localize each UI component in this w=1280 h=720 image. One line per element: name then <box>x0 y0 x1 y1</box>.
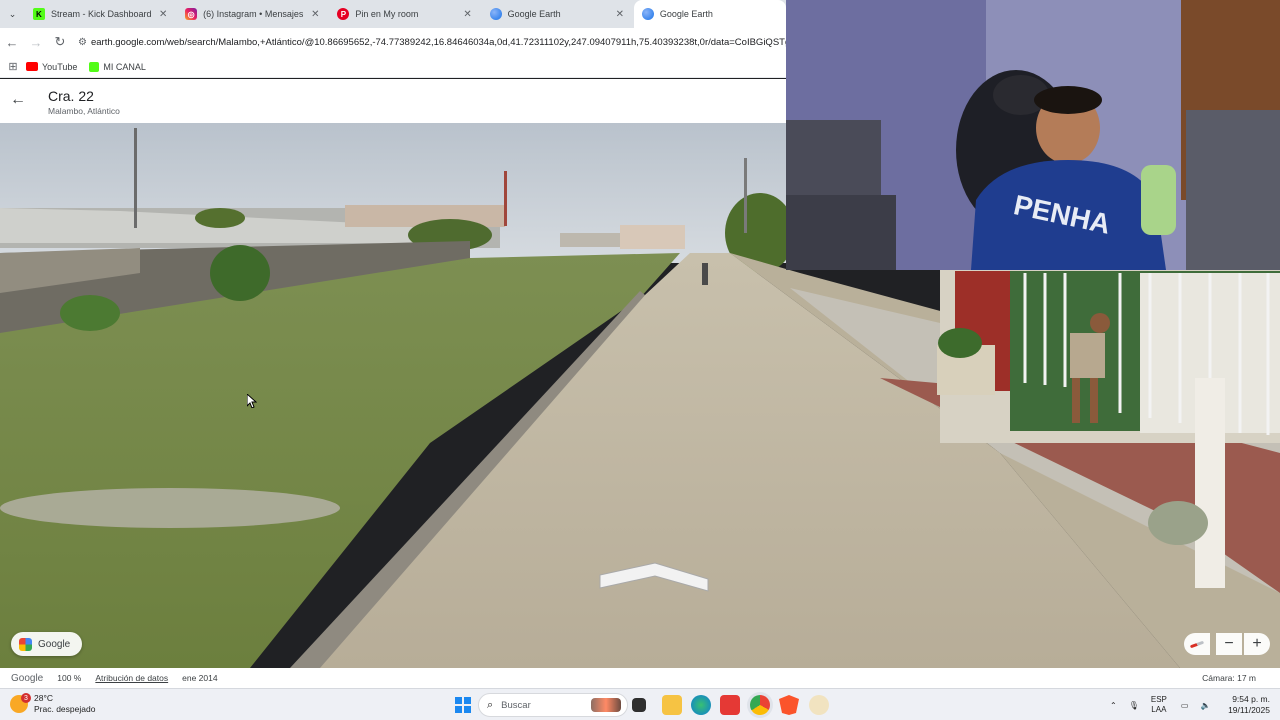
close-icon[interactable]: ✕ <box>614 9 626 20</box>
chrome-icon[interactable] <box>750 695 770 715</box>
webcam-feed: PENHA <box>786 0 1280 270</box>
tab-label: (6) Instagram • Mensajes <box>203 9 304 19</box>
google-pill-label: Google <box>38 638 71 650</box>
apps-grid-icon[interactable]: ⊞ <box>0 60 26 73</box>
volume-icon[interactable]: 🔈 <box>1200 701 1210 710</box>
keyboard-layout: LAA <box>1151 705 1167 714</box>
search-highlight-icon <box>591 698 621 712</box>
tab-label: Pin en My room <box>355 9 419 19</box>
google-earth-icon <box>489 8 502 20</box>
tab-google-earth-active[interactable]: Google Earth <box>633 0 787 28</box>
zoom-level: 100 % <box>57 673 82 683</box>
tab-google-earth[interactable]: Google Earth ✕ <box>482 0 634 28</box>
address-bar[interactable]: ⚙ earth.google.com/web/search/Malambo,+A… <box>78 30 786 54</box>
notification-badge: 3 <box>21 693 31 703</box>
app-red-icon[interactable] <box>720 695 740 715</box>
weather-sun-icon: 3 <box>10 693 31 713</box>
app-notification-icon[interactable] <box>809 695 829 715</box>
pinterest-icon: P <box>337 8 350 20</box>
bookmark-mi-canal[interactable]: MI CANAL <box>89 61 146 72</box>
tab-strip: ⌄ K Stream - Kick Dashboard ✕ ◎ (6) Inst… <box>0 0 787 28</box>
temperature: 28°C <box>34 693 53 703</box>
windows-start-icon[interactable] <box>455 697 471 713</box>
bookmarks-bar: ⊞ YouTube MI CANAL <box>0 56 786 78</box>
language-code: ESP <box>1150 695 1167 704</box>
tab-pinterest[interactable]: P Pin en My room ✕ <box>329 0 481 28</box>
bookmark-label: MI CANAL <box>103 61 146 72</box>
kick-icon <box>89 61 100 72</box>
tab-kick-dashboard[interactable]: K Stream - Kick Dashboard ✕ <box>25 0 177 28</box>
search-placeholder: Buscar <box>501 699 531 711</box>
bookmark-label: YouTube <box>42 61 78 72</box>
imagery-date: ene 2014 <box>182 673 218 683</box>
close-icon[interactable]: ✕ <box>157 9 169 20</box>
bookmark-youtube[interactable]: YouTube <box>26 62 77 72</box>
language-indicator[interactable]: ESP LAA <box>1151 695 1167 715</box>
tab-label: Google Earth <box>659 9 713 19</box>
google-earth-icon <box>641 8 654 20</box>
file-explorer-icon[interactable] <box>662 695 682 715</box>
tab-label: Stream - Kick Dashboard <box>50 9 152 19</box>
system-tray: ⌃ 🎙 ESP LAA ▭ 🔈 <box>1110 689 1222 720</box>
system-clock[interactable]: 9:54 p. m. 19/11/2025 <box>1228 694 1270 716</box>
compass-icon <box>1189 640 1205 648</box>
browser-toolbar: ← → ↻ ⚙ earth.google.com/web/search/Mala… <box>0 28 786 56</box>
windows-taskbar: 3 28°C Prac. despejado ⌕ Buscar ⌃ 🎙 ESP … <box>0 688 1280 720</box>
streetview-header: ← Cra. 22 Malambo, Atlántico <box>0 79 786 123</box>
close-icon[interactable]: ✕ <box>309 9 321 20</box>
earth-status-bar: Google 100 % Atribución de datos ene 201… <box>0 668 1280 688</box>
forward-arrow-icon[interactable]: → <box>24 30 48 54</box>
kick-icon: K <box>32 8 45 20</box>
edge-icon[interactable] <box>691 695 711 715</box>
tab-search-menu-icon[interactable]: ⌄ <box>0 0 25 28</box>
google-logo-icon <box>19 637 32 651</box>
youtube-icon <box>26 62 38 71</box>
taskbar-search[interactable]: ⌕ Buscar <box>478 693 628 717</box>
url-text: earth.google.com/web/search/Malambo,+Atl… <box>90 36 786 48</box>
instagram-icon: ◎ <box>185 8 198 20</box>
back-arrow-icon[interactable]: ← <box>10 91 26 109</box>
compass-button[interactable] <box>1184 633 1210 655</box>
webcam-overlay: PENHA <box>786 0 1280 270</box>
data-attribution-link[interactable]: Atribución de datos <box>95 673 168 683</box>
clock-time: 9:54 p. m. <box>1232 694 1270 704</box>
location-subtitle: Malambo, Atlántico <box>48 106 120 116</box>
back-arrow-icon[interactable]: ← <box>0 30 24 54</box>
brave-icon[interactable] <box>779 695 799 715</box>
reload-icon[interactable]: ↻ <box>48 30 72 54</box>
search-icon: ⌕ <box>487 698 494 711</box>
close-icon[interactable]: ✕ <box>462 9 474 20</box>
chevron-up-icon[interactable]: ⌃ <box>1110 701 1117 710</box>
network-icon[interactable]: ▭ <box>1181 701 1189 710</box>
weather-widget[interactable]: 3 28°C Prac. despejado <box>10 693 95 715</box>
microphone-icon[interactable]: 🎙 <box>1129 701 1139 710</box>
camera-altitude: Cámara: 17 m <box>1202 673 1256 683</box>
site-settings-icon[interactable]: ⚙ <box>78 37 87 48</box>
mouse-cursor-icon <box>247 394 257 408</box>
location-title: Cra. 22 <box>48 88 94 104</box>
task-view-icon[interactable] <box>632 698 646 712</box>
zoom-in-button[interactable]: + <box>1244 633 1270 655</box>
tab-label: Google Earth <box>507 9 561 19</box>
weather-condition: Prac. despejado <box>34 704 96 714</box>
clock-date: 19/11/2025 <box>1228 705 1270 715</box>
google-maps-pill[interactable]: Google <box>11 632 82 656</box>
tab-instagram[interactable]: ◎ (6) Instagram • Mensajes ✕ <box>177 0 329 28</box>
zoom-out-button[interactable]: − <box>1216 633 1242 655</box>
google-brand: Google <box>11 672 44 684</box>
